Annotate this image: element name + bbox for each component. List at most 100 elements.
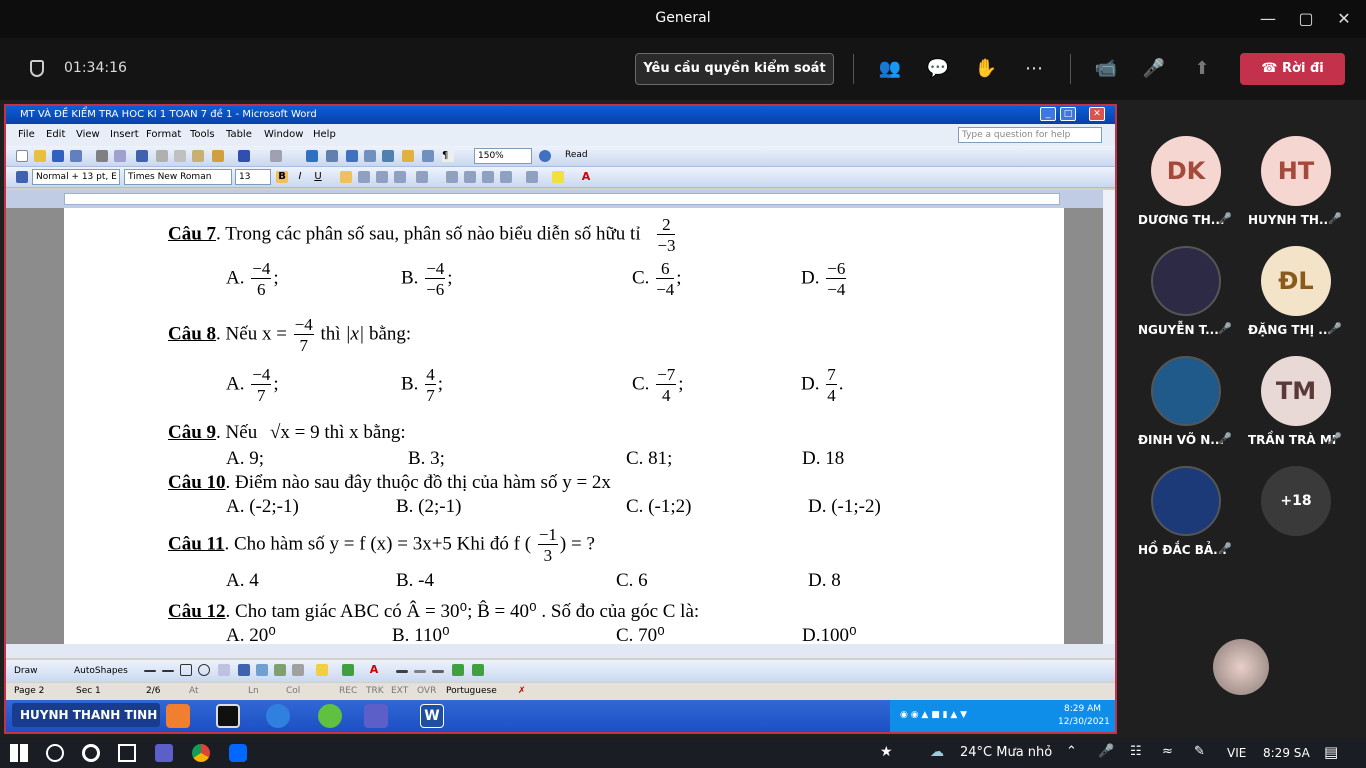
undo-icon[interactable] (238, 150, 250, 162)
align-center-icon[interactable] (358, 171, 370, 183)
rectangle-icon[interactable] (180, 664, 192, 676)
word-app-icon[interactable]: W (420, 704, 444, 728)
greenshot-icon[interactable] (318, 704, 342, 728)
copy-icon[interactable] (174, 150, 186, 162)
drawing-icon[interactable] (402, 150, 414, 162)
columns-icon[interactable] (382, 150, 394, 162)
zoom-select[interactable]: 150% (474, 148, 532, 164)
menu-view[interactable]: View (76, 129, 100, 140)
horizontal-scrollbar[interactable] (6, 644, 1115, 658)
justify-icon[interactable] (394, 171, 406, 183)
font-size-select[interactable]: 13 (235, 169, 271, 185)
arrow-icon[interactable] (162, 670, 174, 672)
raise-hand-icon[interactable]: ✋ (973, 56, 999, 82)
insert-table-icon[interactable] (346, 150, 358, 162)
picture-icon[interactable] (292, 664, 304, 676)
line-spacing-icon[interactable] (416, 171, 428, 183)
menu-window[interactable]: Window (264, 129, 303, 140)
font-color-icon[interactable]: A (580, 171, 592, 183)
font-select[interactable]: Times New Roman (124, 169, 232, 185)
insert-excel-icon[interactable] (364, 150, 376, 162)
menu-format[interactable]: Format (146, 129, 181, 140)
windows-start-icon[interactable] (10, 744, 28, 762)
dash-style-icon[interactable] (414, 670, 426, 673)
draw-menu[interactable]: Draw (14, 666, 38, 676)
line-icon[interactable] (144, 670, 156, 672)
close-icon[interactable]: ✕ (1332, 6, 1356, 32)
textbox-icon[interactable] (218, 664, 230, 676)
camera-app-icon[interactable] (216, 704, 240, 728)
print-icon[interactable] (96, 150, 108, 162)
diagram-icon[interactable] (256, 664, 268, 676)
increase-indent-icon[interactable] (500, 171, 512, 183)
fill-color-icon[interactable] (316, 664, 328, 676)
search-icon[interactable] (46, 744, 64, 762)
draw-font-color-icon[interactable]: A (368, 664, 380, 676)
participant-tile[interactable]: NGUYỄN T... 🎤 (1120, 214, 1232, 337)
chrome-icon[interactable] (192, 744, 210, 762)
align-left-icon[interactable] (340, 171, 352, 183)
teams-app-icon[interactable] (364, 704, 388, 728)
chevron-up-icon[interactable]: ⌃ (1066, 744, 1077, 759)
decrease-indent-icon[interactable] (482, 171, 494, 183)
underline-button[interactable]: U (312, 171, 324, 183)
paste-icon[interactable] (192, 150, 204, 162)
menu-tools[interactable]: Tools (190, 129, 215, 140)
italic-button[interactable]: I (294, 171, 306, 183)
border-icon[interactable] (526, 171, 538, 183)
weather-text[interactable]: 24°C Mưa nhỏ (960, 745, 1052, 760)
shadow-icon[interactable] (452, 664, 464, 676)
teams-taskbar-icon[interactable] (155, 744, 173, 762)
participant-tile[interactable]: +18 (1230, 434, 1340, 544)
participant-tile[interactable]: DK DƯƠNG TH... 🎤 (1120, 104, 1232, 227)
numbering-icon[interactable] (446, 171, 458, 183)
menu-file[interactable]: File (18, 129, 35, 140)
show-hide-icon[interactable]: ¶ (442, 150, 454, 162)
permission-icon[interactable] (70, 150, 82, 162)
input-language[interactable]: VIE (1227, 746, 1246, 760)
pen-icon[interactable]: ✎ (1194, 744, 1205, 759)
hyperlink-icon[interactable] (306, 150, 318, 162)
help-icon[interactable] (539, 150, 551, 162)
line-color-icon[interactable] (342, 664, 354, 676)
mic-off-icon[interactable]: 🎤 (1141, 56, 1167, 82)
clipart-icon[interactable] (274, 664, 286, 676)
open-icon[interactable] (34, 150, 46, 162)
participant-tile[interactable]: ĐL ĐẶNG THỊ ... 🎤 (1230, 214, 1342, 337)
bullets-icon[interactable] (464, 171, 476, 183)
spelling-icon[interactable] (136, 150, 148, 162)
vertical-scrollbar[interactable] (1103, 190, 1115, 644)
participant-tile[interactable]: ĐINH VÕ N... 🎤 (1120, 324, 1232, 447)
network-icon[interactable]: ☷ (1130, 744, 1142, 759)
participant-tile[interactable]: HT HUYNH TH... 🎤 (1230, 104, 1342, 227)
word-minimize-icon[interactable]: _ (1040, 107, 1056, 121)
menu-help[interactable]: Help (313, 129, 336, 140)
leave-button[interactable]: ☎ Rời đi (1240, 53, 1345, 85)
align-right-icon[interactable] (376, 171, 388, 183)
style-select[interactable]: Normal + 13 pt, E (32, 169, 120, 185)
participant-tile[interactable]: TM TRẦN TRÀ MI 🎤 (1230, 324, 1342, 447)
people-icon[interactable]: ★ (880, 744, 893, 760)
share-tray-icon[interactable]: ⬆ (1189, 56, 1215, 82)
save-icon[interactable] (52, 150, 64, 162)
participant-tile[interactable]: HỒ ĐẮC BẢ... 🎤 (1120, 434, 1232, 557)
camera-off-icon[interactable]: 📹 (1093, 56, 1119, 82)
menu-table[interactable]: Table (226, 129, 252, 140)
help-search-input[interactable]: Type a question for help (958, 127, 1102, 143)
ruler-track[interactable] (64, 193, 1060, 205)
more-icon[interactable]: ⋯ (1021, 56, 1047, 82)
video-app-icon[interactable] (266, 704, 290, 728)
new-doc-icon[interactable] (16, 150, 28, 162)
spelling-status-icon[interactable]: ✗ (518, 686, 526, 696)
minimize-icon[interactable]: — (1256, 6, 1280, 32)
format-painter-icon[interactable] (212, 150, 224, 162)
request-control-button[interactable]: Yêu cầu quyền kiểm soát (635, 53, 834, 85)
taskbar-clock[interactable]: 8:29 SA (1263, 746, 1310, 760)
wordart-icon[interactable] (238, 664, 250, 676)
print-preview-icon[interactable] (114, 150, 126, 162)
participants-icon[interactable]: 👥 (877, 56, 903, 82)
word-close-icon[interactable]: ✕ (1089, 107, 1105, 121)
media-player-icon[interactable] (166, 704, 190, 728)
chat-icon[interactable]: 💬 (925, 56, 951, 82)
line-style-icon[interactable] (396, 670, 408, 673)
